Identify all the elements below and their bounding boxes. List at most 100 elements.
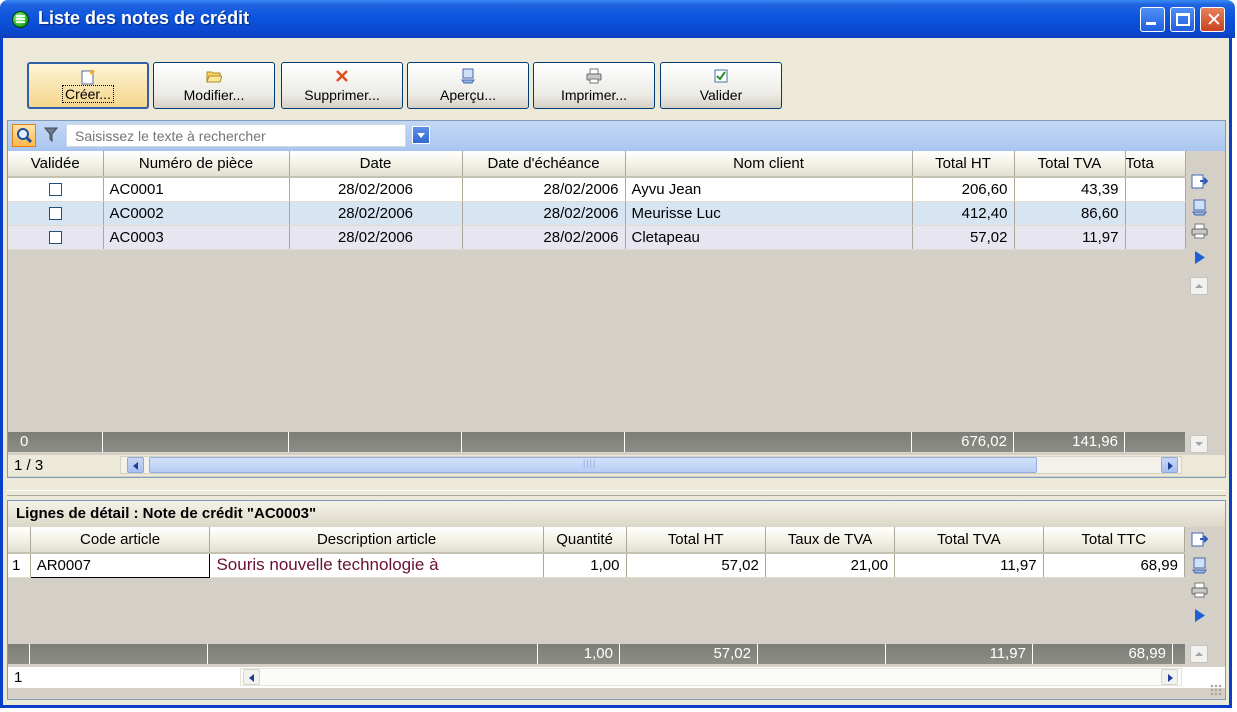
numero-cell[interactable]: AC0001: [103, 177, 290, 202]
detail-totals-row: 1,00 57,02 11,97 68,99: [8, 644, 1185, 664]
col-header-validated[interactable]: Validée: [8, 151, 104, 178]
col-header-total-ttc[interactable]: Tota: [1125, 151, 1186, 178]
total-tva-cell[interactable]: 86,60: [1014, 201, 1126, 226]
total-cell-empty: [8, 644, 30, 664]
table-row[interactable]: AC0003 28/02/2006 28/02/2006 Cletapeau 5…: [8, 225, 1186, 250]
panel-splitter[interactable]: [7, 490, 1226, 496]
row-index-cell: 1: [8, 553, 31, 578]
col-header-taux-tva[interactable]: Taux de TVA: [765, 527, 896, 554]
play-icon[interactable]: [1191, 249, 1208, 266]
col-header-total-ht[interactable]: Total HT: [626, 527, 766, 554]
maximize-button[interactable]: [1170, 7, 1195, 32]
date-cell[interactable]: 28/02/2006: [289, 225, 463, 250]
delete-button[interactable]: Supprimer...: [281, 62, 403, 109]
col-header-total-tva[interactable]: Total TVA: [1014, 151, 1126, 178]
col-header-numero[interactable]: Numéro de pièce: [103, 151, 290, 178]
preview-icon[interactable]: [1191, 557, 1208, 574]
scroll-left-button[interactable]: [127, 457, 144, 473]
printer-icon[interactable]: [1191, 582, 1208, 599]
play-icon[interactable]: [1191, 607, 1208, 624]
col-header-quantite[interactable]: Quantité: [543, 527, 627, 554]
delete-x-icon: [336, 70, 348, 82]
validated-checkbox[interactable]: [48, 231, 62, 245]
validated-cell[interactable]: [8, 225, 104, 250]
col-header-description[interactable]: Description article: [209, 527, 544, 554]
validate-button[interactable]: Valider: [660, 62, 782, 109]
resize-grip[interactable]: [1210, 684, 1222, 696]
validated-checkbox[interactable]: [48, 207, 62, 221]
preview-icon[interactable]: [1191, 199, 1208, 216]
search-input[interactable]: [66, 124, 406, 147]
code-cell[interactable]: AR0007: [29, 552, 211, 578]
title-bar[interactable]: Liste des notes de crédit ✕: [0, 0, 1235, 38]
client-cell[interactable]: Meurisse Luc: [625, 201, 913, 226]
search-dropdown-button[interactable]: [412, 126, 430, 144]
table-row[interactable]: AC0001 28/02/2006 28/02/2006 Ayvu Jean 2…: [8, 177, 1186, 202]
print-button-label: Imprimer...: [560, 87, 628, 103]
table-row[interactable]: 1 AR0007 Souris nouvelle technologie à 1…: [8, 552, 1186, 578]
modify-button-label: Modifier...: [183, 87, 245, 103]
minimize-button[interactable]: [1140, 7, 1165, 32]
scroll-thumb[interactable]: [149, 457, 1037, 473]
print-button[interactable]: Imprimer...: [533, 62, 655, 109]
detail-side-toolbar: [1188, 527, 1210, 687]
total-ttc-cell[interactable]: 68,99: [1043, 553, 1186, 578]
edit-export-icon[interactable]: [1191, 531, 1208, 548]
validated-cell[interactable]: [8, 177, 104, 202]
scroll-right-button[interactable]: [1161, 669, 1178, 685]
edit-export-icon[interactable]: [1191, 173, 1208, 190]
total-ht-cell[interactable]: 206,60: [912, 177, 1015, 202]
description-cell[interactable]: Souris nouvelle technologie à: [209, 553, 544, 578]
date-cell[interactable]: 28/02/2006: [289, 177, 463, 202]
printer-icon[interactable]: [1191, 223, 1208, 240]
date-cell[interactable]: 28/02/2006: [289, 201, 463, 226]
modify-button[interactable]: Modifier...: [153, 62, 275, 109]
col-header-total-ttc[interactable]: Total TTC: [1043, 527, 1186, 554]
col-header-echeance[interactable]: Date d'échéance: [462, 151, 626, 178]
filter-icon[interactable]: [44, 127, 58, 143]
echeance-cell[interactable]: 28/02/2006: [462, 225, 626, 250]
col-header-index: [8, 527, 31, 554]
total-tva: 11,97: [886, 644, 1033, 664]
scroll-up-button[interactable]: [1190, 277, 1208, 295]
preview-button[interactable]: Aperçu...: [407, 62, 529, 109]
scroll-updown-button[interactable]: [1190, 645, 1208, 663]
numero-cell[interactable]: AC0003: [103, 225, 290, 250]
quantite-cell[interactable]: 1,00: [543, 553, 627, 578]
scroll-down-button[interactable]: [1190, 435, 1208, 453]
col-header-client[interactable]: Nom client: [625, 151, 913, 178]
total-ttc-cell[interactable]: [1125, 201, 1186, 226]
col-header-total-tva[interactable]: Total TVA: [894, 527, 1044, 554]
validated-cell[interactable]: [8, 201, 104, 226]
echeance-cell[interactable]: 28/02/2006: [462, 177, 626, 202]
close-button[interactable]: ✕: [1200, 7, 1225, 32]
col-header-code[interactable]: Code article: [30, 527, 211, 554]
taux-tva-cell[interactable]: 21,00: [765, 553, 896, 578]
total-ttc-cell[interactable]: [1125, 225, 1186, 250]
total-tva-cell[interactable]: 43,39: [1014, 177, 1126, 202]
total-ht-cell[interactable]: 57,02: [626, 553, 766, 578]
total-cell-empty: [289, 432, 462, 452]
total-ht-cell[interactable]: 57,02: [912, 225, 1015, 250]
printer-icon: [586, 68, 602, 84]
client-cell[interactable]: Cletapeau: [625, 225, 913, 250]
validated-checkbox[interactable]: [48, 183, 62, 197]
scroll-right-button[interactable]: [1161, 457, 1178, 473]
horizontal-scrollbar[interactable]: [240, 668, 1182, 686]
client-cell[interactable]: Ayvu Jean: [625, 177, 913, 202]
echeance-cell[interactable]: 28/02/2006: [462, 201, 626, 226]
total-tva-cell[interactable]: 11,97: [1014, 225, 1126, 250]
create-button[interactable]: Créer...: [27, 62, 149, 109]
total-ttc-cell[interactable]: [1125, 177, 1186, 202]
search-button[interactable]: [12, 124, 36, 147]
numero-cell[interactable]: AC0002: [103, 201, 290, 226]
col-header-date[interactable]: Date: [289, 151, 463, 178]
col-header-total-ht[interactable]: Total HT: [912, 151, 1015, 178]
horizontal-scrollbar[interactable]: [120, 456, 1182, 474]
total-ht-cell[interactable]: 412,40: [912, 201, 1015, 226]
total-tva-cell[interactable]: 11,97: [894, 553, 1044, 578]
window-title: Liste des notes de crédit: [38, 8, 250, 28]
scroll-left-button[interactable]: [243, 669, 260, 685]
create-button-label: Créer...: [62, 85, 114, 103]
table-row[interactable]: AC0002 28/02/2006 28/02/2006 Meurisse Lu…: [8, 201, 1186, 226]
